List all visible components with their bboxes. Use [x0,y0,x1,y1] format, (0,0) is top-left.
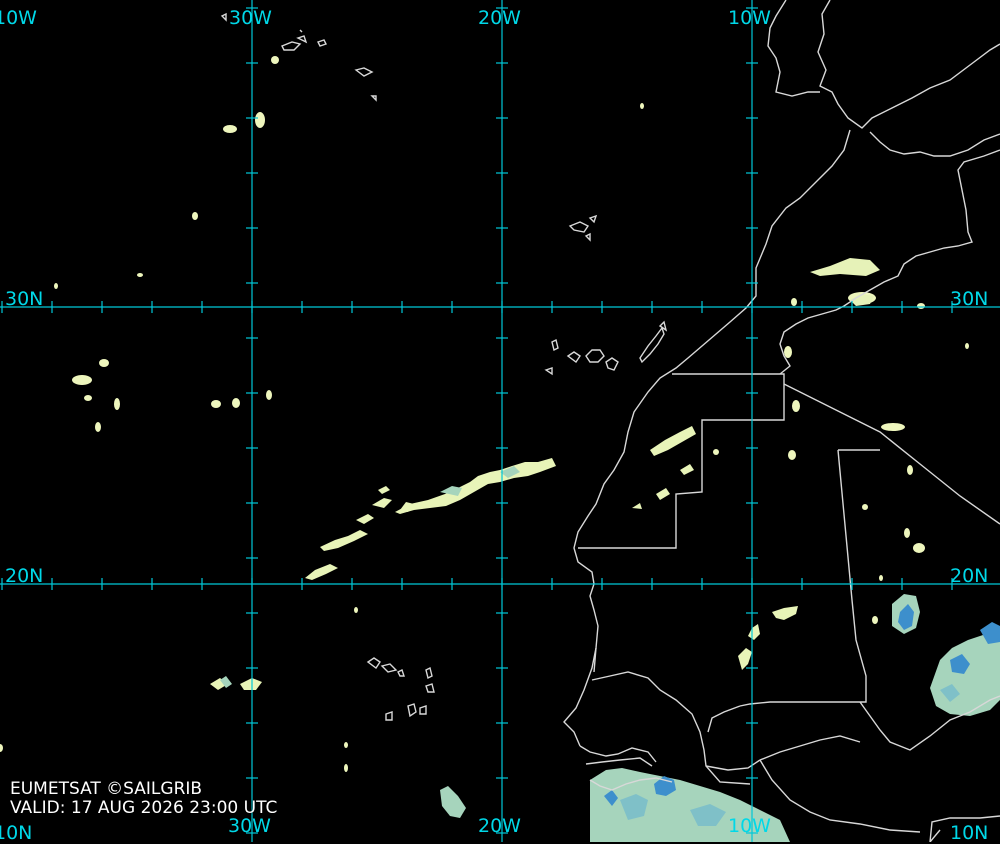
latitude-label-left-30n: 30N [5,288,44,310]
latitude-label-right-10n: 10N [950,822,989,844]
credit-line: EUMETSAT ©SAILGRIB [10,779,203,799]
longitude-label-bottom-10w: 10W [728,815,771,837]
valid-time: VALID: 17 AUG 2026 23:00 UTC [10,798,278,818]
satellite-map [0,0,1000,842]
longitude-label-bottom-20w: 20W [478,815,521,837]
longitude-label-top-30w: 30W [229,7,272,29]
longitude-label-top-20w: 20W [478,7,521,29]
latitude-label-right-20n: 20N [950,565,989,587]
longitude-label-top-10w-east: 10W [728,7,771,29]
latitude-label-left-20n: 20N [5,565,44,587]
latitude-label-left-10n: 10N [0,822,33,844]
longitude-label-bottom-30w: 30W [228,815,271,837]
longitude-label-top-10w: 10W [0,7,37,29]
latitude-label-right-30n: 30N [950,288,989,310]
